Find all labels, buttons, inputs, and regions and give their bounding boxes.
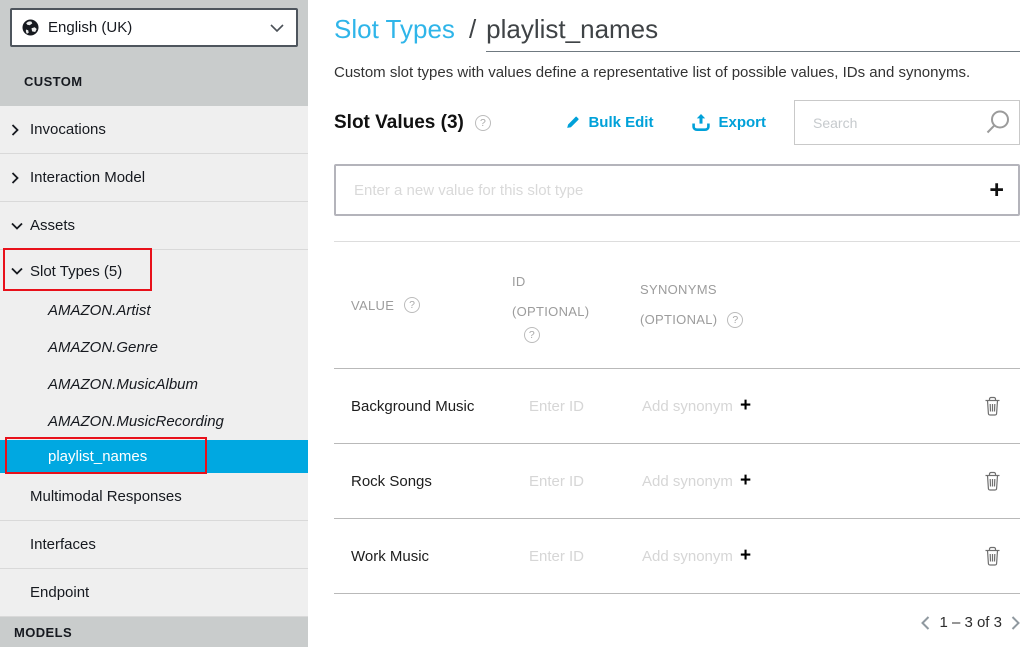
chevron-down-icon xyxy=(11,267,23,275)
slot-values-table: VALUE ? ID (OPTIONAL) ? SYNONYMS (OPTION… xyxy=(334,241,1020,594)
help-icon[interactable]: ? xyxy=(524,327,540,343)
sidebar-item-interaction-model[interactable]: Interaction Model xyxy=(0,154,308,202)
sidebar-item-label: Endpoint xyxy=(30,584,89,601)
chevron-right-icon xyxy=(11,124,19,136)
sidebar-item-multimodal-responses[interactable]: Multimodal Responses xyxy=(0,473,308,521)
slot-value: Work Music xyxy=(351,548,527,565)
synonym-input[interactable] xyxy=(640,397,735,416)
sidebar-item-playlist-names[interactable]: playlist_names xyxy=(0,440,308,473)
search-icon xyxy=(984,109,1011,136)
help-icon[interactable]: ? xyxy=(475,115,491,131)
synonym-input[interactable] xyxy=(640,472,735,491)
language-label: English (UK) xyxy=(48,19,132,36)
column-header-id: ID (OPTIONAL) ? xyxy=(512,267,640,343)
sidebar-item-assets[interactable]: Assets xyxy=(0,202,308,250)
main-content: Slot Types / playlist_names Custom slot … xyxy=(308,0,1032,647)
sidebar-item-label: Interaction Model xyxy=(30,169,145,186)
value-header-label: VALUE xyxy=(351,298,394,313)
toolbar-links: Bulk Edit Export xyxy=(564,113,766,132)
add-synonym-icon[interactable]: + xyxy=(740,545,784,567)
alexa-developer-console: English (UK) CUSTOM Invocations Interact… xyxy=(0,0,1032,647)
chevron-down-icon xyxy=(11,222,23,230)
sidebar-header: English (UK) CUSTOM xyxy=(0,0,308,106)
sidebar-item-label: AMAZON.Genre xyxy=(48,339,158,356)
sidebar-item-amazon-artist[interactable]: AMAZON.Artist xyxy=(0,292,308,329)
table-row: Background Music + xyxy=(334,368,1020,443)
help-icon[interactable]: ? xyxy=(404,297,420,313)
sidebar-item-label: Assets xyxy=(30,217,75,234)
column-header-synonyms: SYNONYMS (OPTIONAL) ? xyxy=(640,275,1020,335)
search-input[interactable] xyxy=(811,114,984,132)
search-box xyxy=(794,100,1020,145)
chevron-right-icon xyxy=(11,172,19,184)
pagination: 1 – 3 of 3 xyxy=(334,614,1020,631)
synonyms-header-optional-label: (OPTIONAL) xyxy=(640,305,717,335)
sidebar-item-label: Interfaces xyxy=(30,536,96,553)
models-section-label: MODELS xyxy=(14,625,72,640)
sidebar-item-endpoint[interactable]: Endpoint xyxy=(0,569,308,617)
slot-values-title: Slot Values (3) xyxy=(334,112,464,134)
bulk-edit-label: Bulk Edit xyxy=(588,114,653,131)
sidebar-item-amazon-musicalbum[interactable]: AMAZON.MusicAlbum xyxy=(0,366,308,403)
sidebar-item-amazon-musicrecording[interactable]: AMAZON.MusicRecording xyxy=(0,403,308,440)
page-description: Custom slot types with values define a r… xyxy=(334,64,1020,82)
sidebar-item-amazon-genre[interactable]: AMAZON.Genre xyxy=(0,329,308,366)
new-slot-value-input[interactable] xyxy=(352,181,989,200)
pagination-prev-icon[interactable] xyxy=(921,616,930,630)
sidebar-footer: MODELS xyxy=(0,617,308,647)
id-input[interactable] xyxy=(527,397,622,416)
delete-row-icon[interactable] xyxy=(984,471,1020,491)
sidebar: English (UK) CUSTOM Invocations Interact… xyxy=(0,0,308,647)
export-icon xyxy=(691,113,711,132)
column-header-value: VALUE ? xyxy=(351,297,512,313)
sidebar-item-label: Slot Types (5) xyxy=(30,263,122,280)
export-button[interactable]: Export xyxy=(691,113,766,132)
synonym-input[interactable] xyxy=(640,547,735,566)
sidebar-item-interfaces[interactable]: Interfaces xyxy=(0,521,308,569)
sidebar-nav: Invocations Interaction Model Assets Slo… xyxy=(0,106,308,617)
breadcrumb-separator: / xyxy=(469,14,476,44)
sidebar-item-label: playlist_names xyxy=(48,448,147,465)
custom-section-label: CUSTOM xyxy=(24,74,298,89)
page-title: Slot Types / playlist_names xyxy=(334,14,1020,52)
table-body: Background Music + Rock Songs xyxy=(334,368,1020,594)
breadcrumb-slot-types-link[interactable]: Slot Types xyxy=(334,14,455,44)
sidebar-item-label: AMAZON.MusicAlbum xyxy=(48,376,198,393)
add-synonym-icon[interactable]: + xyxy=(740,470,784,492)
id-input[interactable] xyxy=(527,547,622,566)
new-slot-value-field: + xyxy=(334,164,1020,216)
slot-type-name: playlist_names xyxy=(486,14,658,44)
add-value-icon[interactable]: + xyxy=(989,178,1004,203)
sidebar-item-label: Invocations xyxy=(30,121,106,138)
sidebar-item-label: AMAZON.Artist xyxy=(48,302,151,319)
slot-values-toolbar: Slot Values (3) ? Bulk Edit xyxy=(334,100,1020,145)
slot-value: Background Music xyxy=(351,398,527,415)
table-row: Rock Songs + xyxy=(334,443,1020,518)
help-icon[interactable]: ? xyxy=(727,312,743,328)
pagination-next-icon[interactable] xyxy=(1011,616,1020,630)
bulk-edit-button[interactable]: Bulk Edit xyxy=(564,114,653,131)
export-label: Export xyxy=(718,114,766,131)
id-header-label: ID xyxy=(512,267,640,297)
table-row: Work Music + xyxy=(334,518,1020,593)
delete-row-icon[interactable] xyxy=(984,396,1020,416)
synonyms-header-label: SYNONYMS xyxy=(640,275,1020,305)
slot-value: Rock Songs xyxy=(351,473,527,490)
sidebar-item-label: Multimodal Responses xyxy=(30,488,182,505)
globe-icon xyxy=(22,19,39,36)
pagination-label: 1 – 3 of 3 xyxy=(939,614,1002,631)
add-synonym-icon[interactable]: + xyxy=(740,395,784,417)
sidebar-item-slot-types[interactable]: Slot Types (5) xyxy=(0,250,308,292)
id-input[interactable] xyxy=(527,472,622,491)
table-header: VALUE ? ID (OPTIONAL) ? SYNONYMS (OPTION… xyxy=(334,242,1020,368)
bulk-edit-icon xyxy=(564,114,581,131)
delete-row-icon[interactable] xyxy=(984,546,1020,566)
language-selector[interactable]: English (UK) xyxy=(10,8,298,47)
sidebar-item-invocations[interactable]: Invocations xyxy=(0,106,308,154)
sidebar-item-label: AMAZON.MusicRecording xyxy=(48,413,224,430)
chevron-down-icon xyxy=(270,24,284,32)
